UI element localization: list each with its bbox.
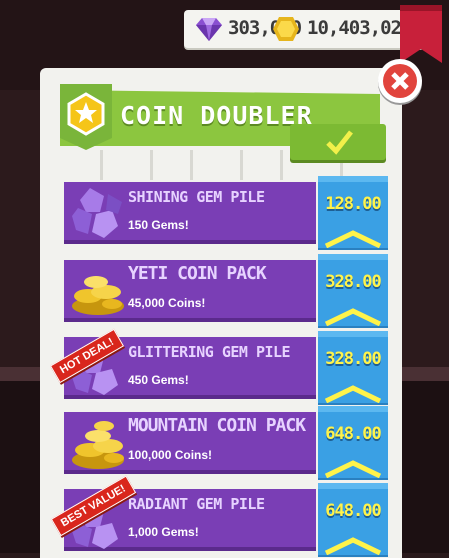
gem-pile-icon xyxy=(72,188,122,238)
chevron-up-icon xyxy=(324,385,382,403)
chevron-up-icon xyxy=(324,308,382,326)
coin-pile-icon xyxy=(72,421,124,469)
offer-row[interactable]: YETI COIN PACK 45,000 Coins! 328.00 xyxy=(64,254,388,328)
buy-button[interactable]: 128.00 xyxy=(318,176,388,250)
offer-row[interactable]: SHINING GEM PILE 150 Gems! 128.00 xyxy=(64,176,388,250)
rank-ribbon-icon[interactable] xyxy=(400,5,442,63)
page-title: COIN DOUBLER xyxy=(120,101,313,130)
chevron-up-icon xyxy=(324,537,382,555)
price-label: 128.00 xyxy=(325,194,381,214)
offer-desc: 150 Gems! xyxy=(128,218,189,232)
offer-desc: 100,000 Coins! xyxy=(128,448,213,462)
offer-title: MOUNTAIN COIN PACK xyxy=(128,415,306,436)
buy-button[interactable]: 648.00 xyxy=(318,406,388,480)
offer-title: SHINING GEM PILE xyxy=(128,188,265,206)
buy-button[interactable]: 328.00 xyxy=(318,254,388,328)
offer-title: GLITTERING GEM PILE xyxy=(128,343,291,361)
coin-icon xyxy=(273,17,299,41)
offer-desc: 450 Gems! xyxy=(128,373,189,387)
offer-row[interactable]: MOUNTAIN COIN PACK 100,000 Coins! 648.00 xyxy=(64,406,388,480)
star-badge-icon xyxy=(60,84,112,150)
offer-body[interactable]: SHINING GEM PILE 150 Gems! xyxy=(64,182,316,244)
coin-count: 10,403,020 xyxy=(307,17,412,39)
coin-pile-icon xyxy=(72,276,124,315)
offer-desc: 45,000 Coins! xyxy=(128,296,206,310)
gem-icon xyxy=(196,18,222,41)
offer-body[interactable]: YETI COIN PACK 45,000 Coins! xyxy=(64,260,316,322)
check-icon xyxy=(326,130,353,155)
price-label: 328.00 xyxy=(325,272,381,292)
currency-bar: 303,050 10,403,020 xyxy=(184,10,424,48)
buy-button[interactable]: 328.00 xyxy=(318,331,388,405)
price-label: 648.00 xyxy=(325,501,381,521)
price-label: 648.00 xyxy=(325,424,381,444)
offer-desc: 1,000 Gems! xyxy=(128,525,199,539)
price-label: 328.00 xyxy=(325,349,381,369)
chevron-up-icon xyxy=(324,460,382,478)
close-button[interactable] xyxy=(378,59,422,103)
offer-body[interactable]: MOUNTAIN COIN PACK 100,000 Coins! xyxy=(64,412,316,474)
offer-title: YETI COIN PACK xyxy=(128,263,267,284)
chevron-up-icon xyxy=(324,230,382,248)
close-icon xyxy=(391,72,409,90)
confirm-button[interactable] xyxy=(290,124,386,160)
buy-button[interactable]: 648.00 xyxy=(318,483,388,557)
offer-title: RADIANT GEM PILE xyxy=(128,495,265,513)
